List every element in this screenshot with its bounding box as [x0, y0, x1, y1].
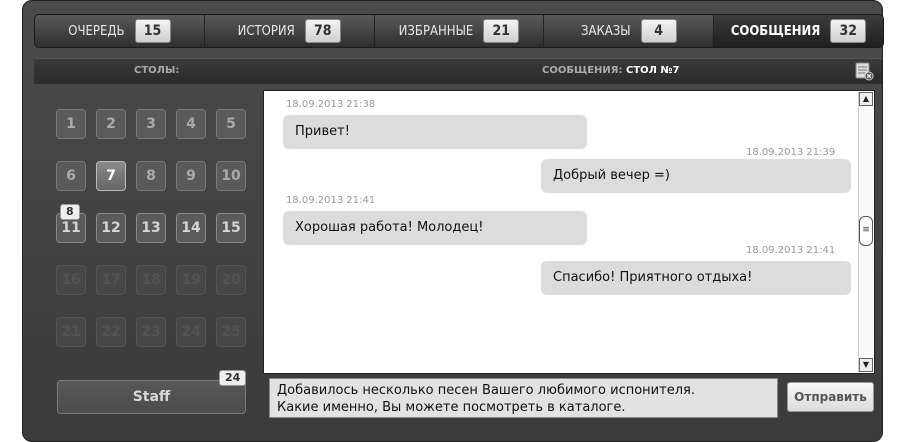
scroll-up-icon[interactable]: ▲: [859, 92, 873, 106]
table-button[interactable]: 4: [176, 109, 206, 139]
message-text: Спасибо! Приятного отдыха!: [553, 270, 753, 285]
staff-badge: 24: [219, 370, 247, 386]
table-button[interactable]: 22: [96, 317, 126, 347]
tables-title: СТОЛЫ:: [134, 65, 180, 76]
table-button[interactable]: 5: [216, 109, 246, 139]
tab-count: 4: [640, 19, 677, 43]
tab-count: 15: [134, 19, 171, 43]
tab-label: ОЧЕРЕДЬ: [68, 23, 125, 39]
table-button[interactable]: 20: [216, 265, 246, 295]
table-button[interactable]: 25: [216, 317, 246, 347]
tab-label: СООБЩЕНИЯ: [730, 23, 821, 39]
table-button[interactable]: 16: [56, 265, 86, 295]
table-button[interactable]: 21: [56, 317, 86, 347]
tab-history[interactable]: ИСТОРИЯ 78: [205, 15, 375, 47]
table-button[interactable]: 2: [96, 109, 126, 139]
clear-messages-icon[interactable]: [854, 61, 874, 81]
chat-area: 18.09.2013 21:38 Привет! 18.09.2013 21:3…: [263, 90, 875, 374]
send-label: Отправить: [794, 390, 867, 404]
message-timestamp: 18.09.2013 21:41: [286, 195, 376, 206]
panel-header: СТОЛЫ: СООБЩЕНИЯ: СТОЛ №7: [34, 58, 882, 84]
tab-messages[interactable]: СООБЩЕНИЯ 32: [714, 15, 883, 47]
tab-favorites[interactable]: ИЗБРАННЫЕ 21: [375, 15, 545, 47]
table-button[interactable]: 23: [136, 317, 166, 347]
table-badge: 8: [60, 204, 80, 220]
table-button[interactable]: 9: [176, 161, 206, 191]
message-text: Хорошая работа! Молодец!: [295, 220, 484, 235]
tab-label: ЗАКАЗЫ: [580, 23, 631, 39]
tab-orders[interactable]: ЗАКАЗЫ 4: [544, 15, 715, 47]
table-button[interactable]: 8: [136, 161, 166, 191]
top-tabs: ОЧЕРЕДЬ 15 ИСТОРИЯ 78 ИЗБРАННЫЕ 21 ЗАКАЗ…: [34, 14, 884, 48]
table-button[interactable]: 3: [136, 109, 166, 139]
message-bubble-outgoing: Спасибо! Приятного отдыха!: [541, 261, 851, 295]
tab-count: 32: [830, 19, 867, 43]
table-button[interactable]: 12: [96, 213, 126, 243]
tab-queue[interactable]: ОЧЕРЕДЬ 15: [35, 15, 205, 47]
message-input-line: Какие именно, Вы можете посмотреть в кат…: [277, 400, 626, 415]
table-button[interactable]: 13: [136, 213, 166, 243]
tab-label: ИЗБРАННЫЕ: [398, 23, 474, 39]
table-button[interactable]: 14: [176, 213, 206, 243]
message-timestamp: 18.09.2013 21:38: [286, 99, 376, 110]
chat-scrollbar[interactable]: ▲ ≡ ▼: [858, 92, 873, 372]
table-button[interactable]: 17: [96, 265, 126, 295]
message-bubble-incoming: Привет!: [283, 115, 587, 149]
message-timestamp: 18.09.2013 21:39: [746, 147, 836, 158]
message-input[interactable]: Добавилось несколько песен Вашего любимо…: [269, 378, 778, 418]
message-timestamp: 18.09.2013 21:41: [746, 245, 836, 256]
message-text: Привет!: [295, 124, 350, 139]
tab-count: 78: [304, 19, 341, 43]
table-button[interactable]: 6: [56, 161, 86, 191]
tab-count: 21: [483, 19, 520, 43]
staff-button[interactable]: Staff: [57, 380, 246, 414]
messages-table: СТОЛ №7: [625, 65, 680, 76]
message-text: Добрый вечер =): [553, 168, 670, 183]
table-button[interactable]: 19: [176, 265, 206, 295]
table-button[interactable]: 24: [176, 317, 206, 347]
message-bubble-incoming: Хорошая работа! Молодец!: [283, 211, 587, 245]
table-button[interactable]: 18: [136, 265, 166, 295]
scroll-down-icon[interactable]: ▼: [859, 358, 873, 372]
message-input-line: Добавилось несколько песен Вашего любимо…: [277, 383, 695, 398]
tab-label: ИСТОРИЯ: [237, 23, 295, 39]
message-bubble-outgoing: Добрый вечер =): [541, 159, 851, 193]
send-button[interactable]: Отправить: [787, 382, 874, 412]
table-button[interactable]: 1: [56, 109, 86, 139]
messages-prefix: СООБЩЕНИЯ:: [542, 65, 623, 76]
table-button[interactable]: 10: [216, 161, 246, 191]
table-button[interactable]: 7: [96, 161, 126, 191]
messages-title: СООБЩЕНИЯ: СТОЛ №7: [542, 65, 679, 76]
staff-label: Staff: [132, 389, 171, 405]
table-button[interactable]: 15: [216, 213, 246, 243]
scroll-thumb[interactable]: ≡: [859, 216, 873, 246]
